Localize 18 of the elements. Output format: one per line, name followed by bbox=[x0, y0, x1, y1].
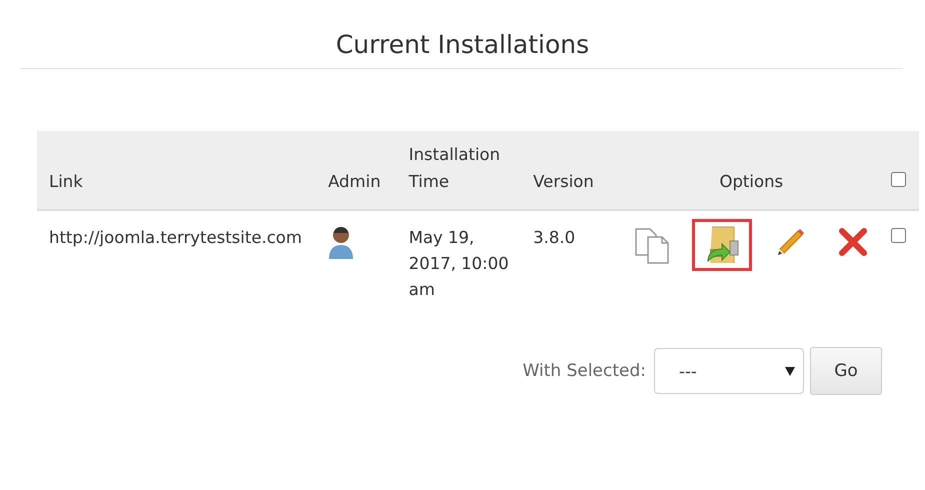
version-number: 3.8.0 bbox=[533, 228, 576, 247]
copy-icon[interactable] bbox=[634, 227, 670, 265]
bulk-action-dropdown[interactable]: --- bbox=[654, 348, 804, 394]
column-header: Link bbox=[49, 172, 83, 191]
go-button[interactable]: Go bbox=[810, 347, 882, 395]
dropdown-caret-icon bbox=[785, 366, 795, 376]
select-checkbox[interactable] bbox=[891, 172, 906, 187]
user-avatar-icon bbox=[328, 225, 354, 261]
column-header: Options bbox=[719, 172, 784, 191]
bulk-action-label: With Selected: bbox=[522, 361, 646, 381]
column-header: Version bbox=[533, 172, 594, 191]
column-header: Installation Time bbox=[408, 145, 500, 191]
installation-time: May 19, 2017, 10:00 am bbox=[408, 227, 510, 301]
delete-icon[interactable] bbox=[838, 227, 868, 257]
select-checkbox[interactable] bbox=[891, 228, 906, 243]
site-link[interactable]: http://joomla.terrytestsite.com bbox=[49, 228, 302, 247]
page-title: Current Installations bbox=[334, 29, 590, 61]
column-header: Admin bbox=[328, 172, 381, 191]
